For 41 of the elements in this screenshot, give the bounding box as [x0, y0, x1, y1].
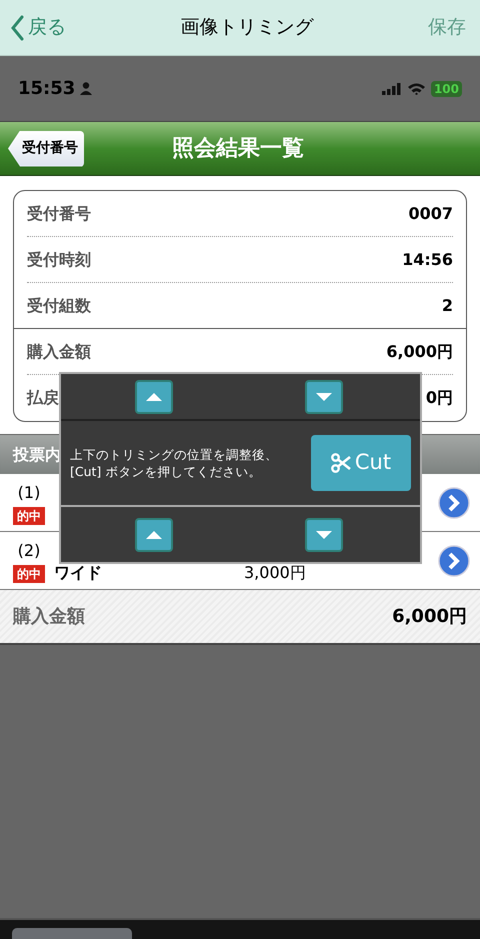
- bet-index: (1): [18, 482, 40, 504]
- trim-instruction: 上下のトリミングの位置を調整後、[Cut] ボタンを押してください。: [70, 446, 279, 480]
- field-label: 受付番号: [27, 202, 91, 224]
- field-value: 6,000円: [386, 340, 453, 362]
- bet-amount: 3,000円: [244, 562, 307, 584]
- total-value: 6,000円: [392, 605, 467, 629]
- field-value: 14:56: [402, 248, 453, 270]
- chevron-right-icon[interactable]: [438, 544, 470, 576]
- chevron-right-icon[interactable]: [438, 486, 470, 518]
- nav-title: 画像トリミング: [180, 15, 315, 40]
- move-down-button[interactable]: [305, 518, 343, 552]
- chevron-left-icon: [10, 14, 24, 40]
- cut-button[interactable]: Cut: [311, 435, 411, 491]
- field-label: 払戻: [27, 387, 59, 409]
- field-label: 受付時刻: [27, 248, 91, 270]
- bet-type: ワイド: [54, 562, 103, 584]
- page-title: 照会結果一覧: [172, 135, 304, 163]
- move-down-button[interactable]: [305, 380, 343, 414]
- triangle-down-icon: [316, 392, 332, 400]
- person-icon: [80, 82, 92, 95]
- move-up-button[interactable]: [135, 518, 173, 552]
- total-label: 購入金額: [13, 605, 85, 629]
- bet-index: (2): [18, 540, 40, 562]
- field-value: 2: [442, 294, 453, 316]
- triangle-down-icon: [316, 530, 332, 538]
- back-button[interactable]: 戻る: [10, 13, 66, 42]
- hit-badge: 的中: [13, 506, 45, 524]
- wifi-icon: [408, 82, 425, 94]
- scissors-icon: [330, 453, 351, 473]
- move-up-button[interactable]: [135, 380, 173, 414]
- status-time: 15:53: [18, 77, 76, 101]
- hit-badge: 的中: [13, 564, 45, 582]
- triangle-up-icon: [146, 392, 162, 400]
- field-label: 購入金額: [27, 340, 91, 362]
- field-label: 受付組数: [27, 294, 91, 316]
- signal-icon: [382, 82, 402, 94]
- battery-level: 100: [430, 80, 462, 96]
- triangle-up-icon: [146, 530, 162, 538]
- field-value: 0007: [408, 202, 453, 224]
- field-value: 0円: [426, 387, 453, 409]
- header-back-button[interactable]: 受付番号: [8, 130, 84, 166]
